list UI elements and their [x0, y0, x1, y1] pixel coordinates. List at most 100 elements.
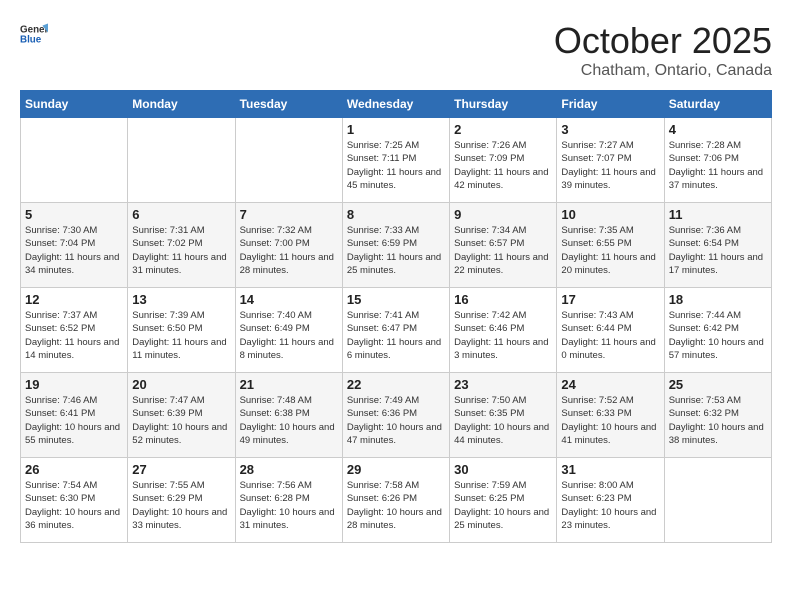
day-info: Sunrise: 7:34 AMSunset: 6:57 PMDaylight:… — [454, 224, 552, 277]
calendar-week-row: 19 Sunrise: 7:46 AMSunset: 6:41 PMDayligh… — [21, 373, 772, 458]
calendar-cell: 5 Sunrise: 7:30 AMSunset: 7:04 PMDaylight… — [21, 203, 128, 288]
day-info: Sunrise: 7:44 AMSunset: 6:42 PMDaylight:… — [669, 309, 767, 362]
title-area: October 2025 Chatham, Ontario, Canada — [554, 20, 772, 80]
day-info: Sunrise: 7:52 AMSunset: 6:33 PMDaylight:… — [561, 394, 659, 447]
calendar-cell: 25 Sunrise: 7:53 AMSunset: 6:32 PMDayligh… — [664, 373, 771, 458]
day-info: Sunrise: 7:48 AMSunset: 6:38 PMDaylight:… — [240, 394, 338, 447]
day-info: Sunrise: 7:31 AMSunset: 7:02 PMDaylight:… — [132, 224, 230, 277]
day-number: 22 — [347, 377, 445, 392]
day-number: 10 — [561, 207, 659, 222]
day-info: Sunrise: 7:56 AMSunset: 6:28 PMDaylight:… — [240, 479, 338, 532]
calendar-header-monday: Monday — [128, 91, 235, 118]
day-info: Sunrise: 7:46 AMSunset: 6:41 PMDaylight:… — [25, 394, 123, 447]
calendar-cell: 7 Sunrise: 7:32 AMSunset: 7:00 PMDaylight… — [235, 203, 342, 288]
calendar-cell — [664, 458, 771, 543]
calendar-cell: 31Sunrise: 8:00 AMSunset: 6:23 PMDayligh… — [557, 458, 664, 543]
calendar-week-row: 12 Sunrise: 7:37 AMSunset: 6:52 PMDayligh… — [21, 288, 772, 373]
calendar-cell: 4Sunrise: 7:28 AMSunset: 7:06 PMDaylight… — [664, 118, 771, 203]
day-info: Sunrise: 7:42 AMSunset: 6:46 PMDaylight:… — [454, 309, 552, 362]
calendar-cell: 26 Sunrise: 7:54 AMSunset: 6:30 PMDayligh… — [21, 458, 128, 543]
calendar-cell: 27 Sunrise: 7:55 AMSunset: 6:29 PMDayligh… — [128, 458, 235, 543]
day-number: 20 — [132, 377, 230, 392]
day-info: Sunrise: 7:27 AMSunset: 7:07 PMDaylight:… — [561, 139, 659, 192]
day-number: 19 — [25, 377, 123, 392]
day-number: 28 — [240, 462, 338, 477]
day-number: 5 — [25, 207, 123, 222]
day-info: Sunrise: 7:26 AMSunset: 7:09 PMDaylight:… — [454, 139, 552, 192]
calendar-cell: 23 Sunrise: 7:50 AMSunset: 6:35 PMDayligh… — [450, 373, 557, 458]
day-number: 2 — [454, 122, 552, 137]
calendar-cell: 8Sunrise: 7:33 AMSunset: 6:59 PMDaylight… — [342, 203, 449, 288]
day-info: Sunrise: 7:28 AMSunset: 7:06 PMDaylight:… — [669, 139, 767, 192]
calendar-cell: 22 Sunrise: 7:49 AMSunset: 6:36 PMDayligh… — [342, 373, 449, 458]
calendar-cell: 9 Sunrise: 7:34 AMSunset: 6:57 PMDaylight… — [450, 203, 557, 288]
calendar-cell: 20 Sunrise: 7:47 AMSunset: 6:39 PMDayligh… — [128, 373, 235, 458]
day-info: Sunrise: 7:55 AMSunset: 6:29 PMDaylight:… — [132, 479, 230, 532]
calendar-week-row: 1 Sunrise: 7:25 AMSunset: 7:11 PMDaylight… — [21, 118, 772, 203]
calendar-cell: 17 Sunrise: 7:43 AMSunset: 6:44 PMDayligh… — [557, 288, 664, 373]
day-info: Sunrise: 7:36 AMSunset: 6:54 PMDaylight:… — [669, 224, 767, 277]
calendar-header-row: SundayMondayTuesdayWednesdayThursdayFrid… — [21, 91, 772, 118]
calendar-cell — [21, 118, 128, 203]
calendar-cell — [128, 118, 235, 203]
day-info: Sunrise: 7:37 AMSunset: 6:52 PMDaylight:… — [25, 309, 123, 362]
calendar-cell: 10 Sunrise: 7:35 AMSunset: 6:55 PMDayligh… — [557, 203, 664, 288]
day-info: Sunrise: 8:00 AMSunset: 6:23 PMDaylight:… — [561, 479, 659, 532]
day-number: 26 — [25, 462, 123, 477]
day-info: Sunrise: 7:32 AMSunset: 7:00 PMDaylight:… — [240, 224, 338, 277]
day-info: Sunrise: 7:49 AMSunset: 6:36 PMDaylight:… — [347, 394, 445, 447]
calendar-cell: 1 Sunrise: 7:25 AMSunset: 7:11 PMDaylight… — [342, 118, 449, 203]
day-number: 25 — [669, 377, 767, 392]
calendar-cell: 13 Sunrise: 7:39 AMSunset: 6:50 PMDayligh… — [128, 288, 235, 373]
day-number: 13 — [132, 292, 230, 307]
logo-icon: General Blue — [20, 20, 48, 48]
day-number: 1 — [347, 122, 445, 137]
calendar-header-wednesday: Wednesday — [342, 91, 449, 118]
calendar-week-row: 26 Sunrise: 7:54 AMSunset: 6:30 PMDayligh… — [21, 458, 772, 543]
day-number: 21 — [240, 377, 338, 392]
calendar-cell: 24 Sunrise: 7:52 AMSunset: 6:33 PMDayligh… — [557, 373, 664, 458]
calendar-cell: 3 Sunrise: 7:27 AMSunset: 7:07 PMDaylight… — [557, 118, 664, 203]
day-info: Sunrise: 7:53 AMSunset: 6:32 PMDaylight:… — [669, 394, 767, 447]
day-info: Sunrise: 7:33 AMSunset: 6:59 PMDaylight:… — [347, 224, 445, 277]
day-number: 11 — [669, 207, 767, 222]
day-number: 17 — [561, 292, 659, 307]
day-number: 30 — [454, 462, 552, 477]
day-number: 3 — [561, 122, 659, 137]
day-info: Sunrise: 7:54 AMSunset: 6:30 PMDaylight:… — [25, 479, 123, 532]
day-number: 18 — [669, 292, 767, 307]
day-info: Sunrise: 7:35 AMSunset: 6:55 PMDaylight:… — [561, 224, 659, 277]
calendar-cell: 29 Sunrise: 7:58 AMSunset: 6:26 PMDayligh… — [342, 458, 449, 543]
day-info: Sunrise: 7:25 AMSunset: 7:11 PMDaylight:… — [347, 139, 445, 192]
day-number: 12 — [25, 292, 123, 307]
day-number: 15 — [347, 292, 445, 307]
day-number: 23 — [454, 377, 552, 392]
calendar-cell: 30Sunrise: 7:59 AMSunset: 6:25 PMDayligh… — [450, 458, 557, 543]
calendar-cell: 15Sunrise: 7:41 AMSunset: 6:47 PMDayligh… — [342, 288, 449, 373]
day-info: Sunrise: 7:40 AMSunset: 6:49 PMDaylight:… — [240, 309, 338, 362]
calendar-header-tuesday: Tuesday — [235, 91, 342, 118]
day-number: 14 — [240, 292, 338, 307]
calendar-header-thursday: Thursday — [450, 91, 557, 118]
day-number: 7 — [240, 207, 338, 222]
day-info: Sunrise: 7:39 AMSunset: 6:50 PMDaylight:… — [132, 309, 230, 362]
calendar-cell — [235, 118, 342, 203]
calendar-cell: 11 Sunrise: 7:36 AMSunset: 6:54 PMDayligh… — [664, 203, 771, 288]
day-info: Sunrise: 7:43 AMSunset: 6:44 PMDaylight:… — [561, 309, 659, 362]
day-info: Sunrise: 7:50 AMSunset: 6:35 PMDaylight:… — [454, 394, 552, 447]
calendar-cell: 19 Sunrise: 7:46 AMSunset: 6:41 PMDayligh… — [21, 373, 128, 458]
day-number: 24 — [561, 377, 659, 392]
day-number: 9 — [454, 207, 552, 222]
calendar-header-saturday: Saturday — [664, 91, 771, 118]
day-info: Sunrise: 7:30 AMSunset: 7:04 PMDaylight:… — [25, 224, 123, 277]
day-number: 6 — [132, 207, 230, 222]
month-title: October 2025 — [554, 20, 772, 62]
calendar-header-sunday: Sunday — [21, 91, 128, 118]
logo: General Blue — [20, 20, 48, 48]
day-number: 29 — [347, 462, 445, 477]
day-info: Sunrise: 7:58 AMSunset: 6:26 PMDaylight:… — [347, 479, 445, 532]
location-title: Chatham, Ontario, Canada — [554, 62, 772, 80]
day-number: 27 — [132, 462, 230, 477]
day-info: Sunrise: 7:47 AMSunset: 6:39 PMDaylight:… — [132, 394, 230, 447]
calendar-cell: 6 Sunrise: 7:31 AMSunset: 7:02 PMDaylight… — [128, 203, 235, 288]
